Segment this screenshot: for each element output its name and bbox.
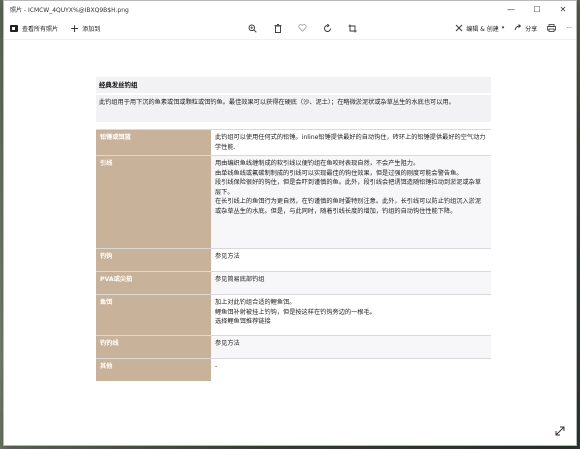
row-value-line: 参见方法	[215, 340, 240, 347]
image-tools	[240, 17, 365, 39]
document-image: 经典发丝钓组 此钓组用于用下沉的鱼素或饵或颗粒或饵钓鱼。最佳效果可以获得在硬底（…	[96, 77, 491, 381]
table-row: 其他 -	[96, 358, 491, 381]
share-label: 分享	[525, 25, 538, 33]
window-controls: — ☐ ✕	[498, 1, 576, 17]
row-label: 鱼饵	[96, 294, 211, 336]
row-value: -	[211, 358, 491, 381]
row-value-line: 由单线鱼线或氟碳制制成的引线可以实现最佳的钩住效果，但是过强的刚度可能会警告鱼。	[215, 169, 463, 177]
row-label: 钓钓线	[96, 335, 211, 359]
zoom-in-icon[interactable]	[240, 17, 265, 39]
row-value: 此钓组可以使用任何式的铅锤。inline铅锤提供最好的自动钩住，砖环上的铅锤提供…	[211, 129, 491, 156]
row-value-line: 此钓组可以使用任何式的铅锤。inline铅锤提供最好的自动钩住，砖环上的铅锤提供…	[215, 134, 486, 151]
table-row: 鱼饵 加上对此钓组合适的鲤鱼饵。鲤鱼饵补射被挂上钓钩，但是按这样在钓钩旁边的一根毛…	[96, 294, 491, 336]
heart-icon[interactable]	[290, 17, 315, 39]
table-row: 引线 用由编织鱼线缠制成的软引线以便钓组在鱼咬时表现自然，不会产生阻力。由单线鱼线…	[96, 155, 491, 249]
view-all-label: 查看所有照片	[22, 25, 59, 33]
row-value: 加上对此钓组合适的鲤鱼饵。鲤鱼饵补射被挂上钓钩，但是按这样在钓钩旁边的一根毛。选…	[211, 294, 491, 336]
row-value-line: 段引线保险很好的钩住，但是会吓到谨慎的鱼。此外，段引线会把诱饵造随铅锤拉动到淤泥…	[215, 179, 482, 196]
expand-icon[interactable]	[554, 425, 566, 437]
row-value-line: 用由编织鱼线缠制成的软引线以便钓组在鱼咬时表现自然，不会产生阻力。	[215, 160, 420, 167]
maximize-button[interactable]: ☐	[524, 1, 550, 17]
more-button[interactable]: ···	[566, 17, 572, 39]
row-value: 参见方法	[211, 248, 491, 272]
row-value: 用由编织鱼线缠制成的软引线以便钓组在鱼咬时表现自然，不会产生阻力。由单线鱼线或氟…	[211, 155, 491, 249]
view-all-photos-button[interactable]: 查看所有照片	[10, 17, 58, 39]
toolbar: 查看所有照片 + 添加到 编辑 & 创建 ▾ 分享 ···	[4, 17, 576, 40]
table-row: 钓钩 参见方法	[96, 248, 491, 272]
row-value-line: 参见方法	[215, 253, 240, 260]
edit-create-button[interactable]: 编辑 & 创建 ▾	[455, 17, 504, 39]
table-row: 钓钓线 参见方法	[96, 335, 491, 359]
row-value-line: 参见简易底部钓组	[215, 276, 265, 283]
add-to-label: 添加到	[82, 25, 101, 33]
crop-icon[interactable]	[340, 17, 365, 39]
row-label: 引线	[96, 155, 211, 249]
print-button[interactable]	[547, 17, 557, 39]
row-value-line: -	[215, 363, 218, 370]
row-label: PVA或尖茄	[96, 271, 211, 295]
row-value-line: 选择鲤鱼饵推荐链接	[215, 318, 271, 325]
share-button[interactable]: 分享	[514, 17, 537, 39]
minimize-button[interactable]: —	[498, 1, 524, 17]
doc-heading: 经典发丝钓组	[96, 77, 491, 93]
rig-table: 铅锤或饵篮 此钓组可以使用任何式的铅锤。inline铅锤提供最好的自动钩住，砖环上…	[96, 129, 491, 381]
row-value-line: 加上对此钓组合适的鲤鱼饵。	[215, 299, 296, 306]
close-button[interactable]: ✕	[550, 1, 576, 17]
row-value-line: 在长引线上的鱼饵行为更自然，在钓谨慎的鱼时要特别注意。此外，长引线可以防止钓组沉…	[215, 198, 482, 215]
rotate-icon[interactable]	[315, 17, 340, 39]
window-title: 照片 - ICMCW_4QUYX%@IBXQ9B$H.png	[10, 6, 129, 14]
delete-icon[interactable]	[265, 17, 290, 39]
edit-icon	[455, 24, 463, 32]
photos-app-window: 照片 - ICMCW_4QUYX%@IBXQ9B$H.png — ☐ ✕ 查看所…	[3, 0, 577, 446]
add-to-button[interactable]: + 添加到	[70, 17, 100, 39]
chevron-down-icon: ▾	[501, 25, 505, 31]
row-label: 钓钩	[96, 248, 211, 272]
right-tools: 编辑 & 创建 ▾ 分享 ···	[445, 17, 572, 39]
row-value: 参见简易底部钓组	[211, 271, 491, 295]
row-value: 参见方法	[211, 335, 491, 359]
print-icon	[547, 24, 557, 32]
photos-icon	[10, 24, 18, 32]
title-bar: 照片 - ICMCW_4QUYX%@IBXQ9B$H.png — ☐ ✕	[4, 1, 576, 17]
share-icon	[514, 24, 522, 31]
plus-icon: +	[70, 21, 80, 35]
edit-create-label: 编辑 & 创建	[466, 25, 499, 33]
table-row: PVA或尖茄 参见简易底部钓组	[96, 271, 491, 295]
doc-intro: 此钓组用于用下沉的鱼素或饵或颗粒或饵钓鱼。最佳效果可以获得在硬底（沙、泥土）；在…	[96, 95, 491, 122]
row-label: 其他	[96, 358, 211, 381]
table-row: 铅锤或饵篮 此钓组可以使用任何式的铅锤。inline铅锤提供最好的自动钩住，砖环上…	[96, 129, 491, 156]
row-label: 铅锤或饵篮	[96, 129, 211, 156]
row-value-line: 鲤鱼饵补射被挂上钓钩，但是按这样在钓钩旁边的一根毛。	[215, 308, 376, 316]
